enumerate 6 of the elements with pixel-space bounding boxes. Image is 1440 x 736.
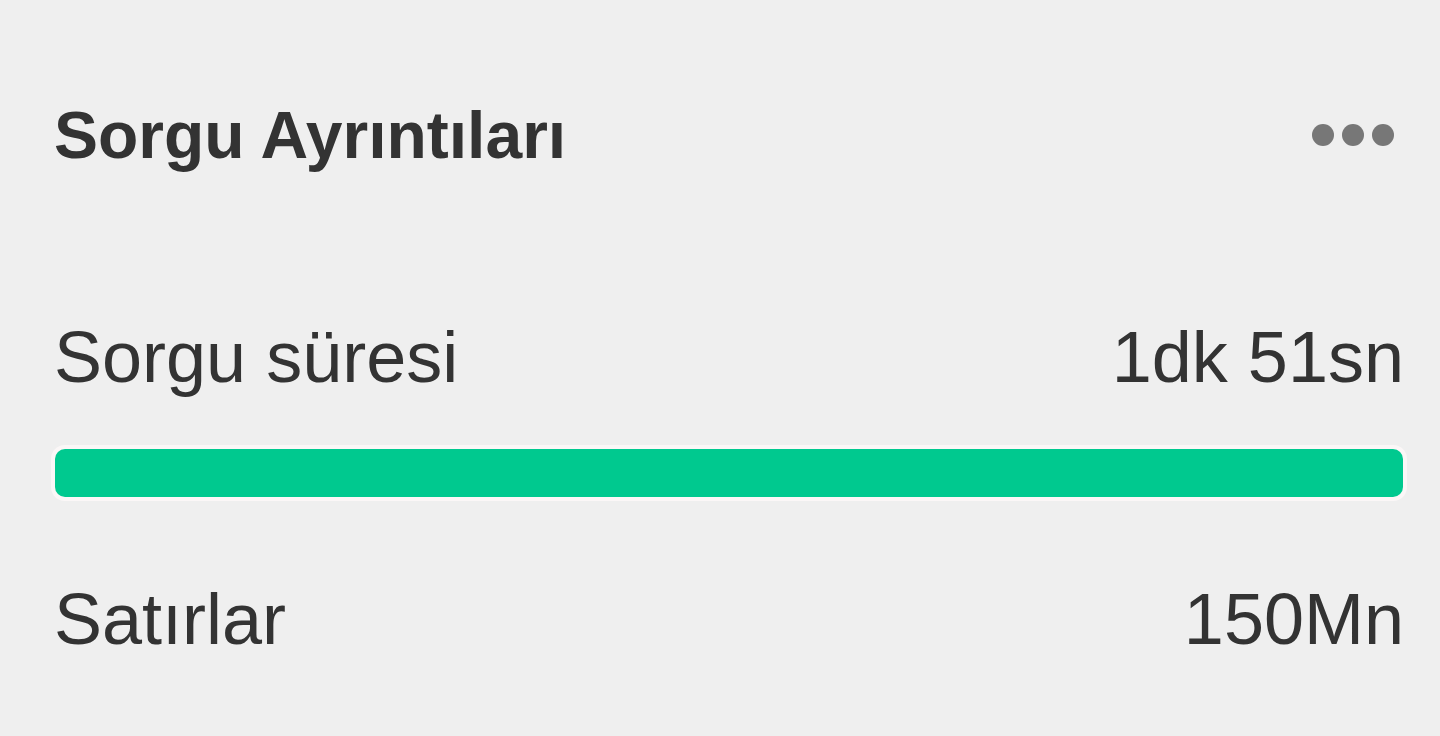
more-icon xyxy=(1312,124,1394,146)
metric-label: Satırlar xyxy=(54,578,287,661)
panel-title: Sorgu Ayrıntıları xyxy=(54,97,567,174)
metric-value: 1dk 51sn xyxy=(1111,316,1404,399)
metric-value: 150Mn xyxy=(1183,578,1404,661)
metric-label: Sorgu süresi xyxy=(54,316,459,399)
